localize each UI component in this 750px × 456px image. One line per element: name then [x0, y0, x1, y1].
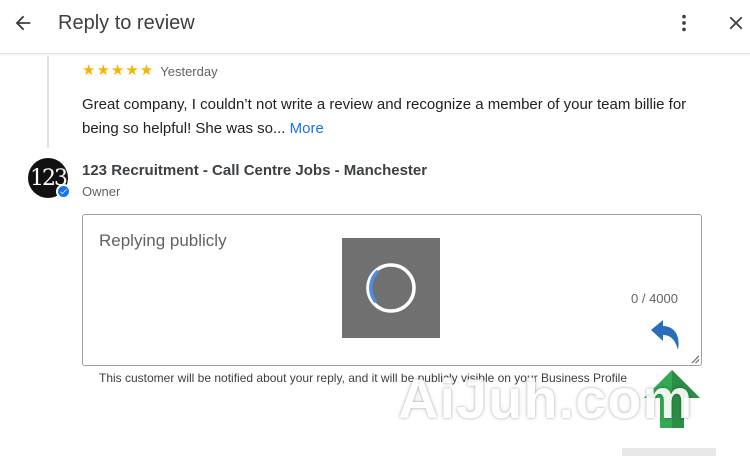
close-icon [729, 16, 743, 30]
thread-line [47, 56, 49, 148]
loading-overlay [342, 238, 440, 338]
reply-placeholder: Replying publicly [99, 231, 227, 250]
bottom-strip [622, 448, 716, 456]
owner-name: 123 Recruitment - Call Centre Jobs - Man… [82, 162, 428, 179]
arrow-back-icon [15, 15, 31, 31]
top-app-bar: Reply to review [0, 0, 750, 54]
more-vert-icon [682, 14, 686, 32]
close-button[interactable] [722, 8, 750, 38]
more-options-button[interactable] [670, 8, 698, 38]
undo-arrow-icon [651, 320, 679, 350]
page-title: Reply to review [58, 12, 195, 34]
review-rating-row: ★★★★★ Yesterday [82, 63, 218, 79]
verified-badge-icon [56, 184, 71, 199]
star-rating: ★★★★★ [82, 62, 155, 79]
owner-role: Owner [82, 184, 121, 199]
back-button[interactable] [8, 8, 38, 38]
undo-button[interactable] [645, 315, 685, 355]
resize-handle-icon[interactable] [691, 355, 700, 364]
review-text: Great company, I couldn’t not write a re… [82, 96, 687, 137]
more-link[interactable]: More [290, 120, 324, 137]
review-text-block: Great company, I couldn’t not write a re… [82, 93, 722, 141]
loading-spinner-icon [366, 263, 416, 313]
character-count: 0 / 4000 [631, 291, 678, 306]
reply-textarea[interactable]: Replying publicly 0 / 4000 [82, 214, 702, 366]
review-date: Yesterday [160, 63, 218, 79]
watermark-text: AiJuh.com [398, 367, 694, 430]
